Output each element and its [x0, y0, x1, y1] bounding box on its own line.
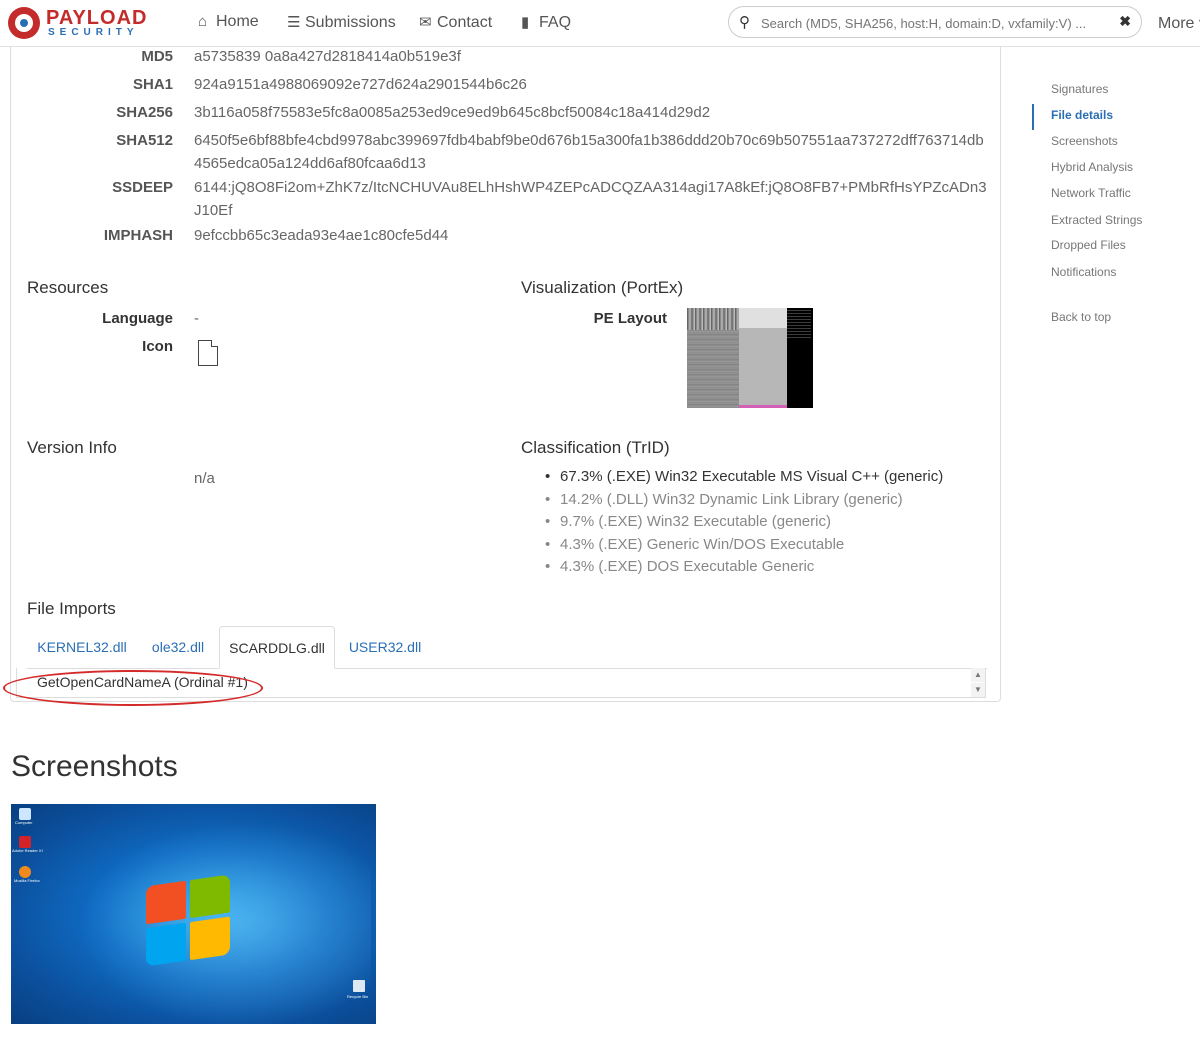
book-icon: ▮ [521, 14, 530, 31]
hash-key: SHA256 [116, 104, 173, 121]
search-input[interactable] [759, 11, 1103, 35]
computer-icon [19, 808, 31, 820]
pe-section-header [687, 308, 739, 330]
nav-home-link[interactable]: ⌂ Home [198, 13, 259, 31]
toc-extracted-strings[interactable]: Extracted Strings [1051, 213, 1142, 227]
hash-key: SHA1 [132, 76, 173, 93]
toc-network-traffic[interactable]: Network Traffic [1051, 186, 1131, 200]
toc-signatures[interactable]: Signatures [1051, 82, 1108, 96]
toc-dropped-files[interactable]: Dropped Files [1051, 238, 1126, 252]
nav-contact-link[interactable]: ✉ Contact [419, 13, 492, 32]
hash-key: IMPHASH [103, 227, 173, 244]
nav-submissions-link[interactable]: ☰ Submissions [287, 13, 396, 32]
nav-contact-label: Contact [437, 14, 493, 31]
payload-security-logo[interactable]: PAYLOAD SECURITY [8, 5, 158, 41]
logo-quad-yellow [190, 916, 230, 961]
adobe-reader-icon [19, 836, 31, 848]
recycle-bin-icon [353, 980, 365, 992]
list-icon: ☰ [287, 14, 301, 31]
toc-back-to-top[interactable]: Back to top [1051, 310, 1111, 324]
more-label: More [1158, 15, 1195, 32]
visualization-title: Visualization (PortEx) [521, 278, 684, 297]
classification-title: Classification (TrID) [521, 438, 670, 457]
search-box: ⚲ ✖ [728, 6, 1142, 38]
hash-value: 6144:jQ8O8Fi2om+ZhK7z/ItcNCHUVAu8ELhHshW… [194, 179, 987, 219]
logo-quad-blue [146, 922, 186, 967]
trid-item: 4.3% (.EXE) DOS Executable Generic [545, 556, 943, 579]
nav-faq-link[interactable]: ▮ FAQ [521, 13, 571, 32]
tab-scarddlg[interactable]: SCARDDLG.dll [219, 626, 335, 669]
home-icon: ⌂ [198, 13, 208, 30]
imports-tabs: KERNEL32.dll ole32.dll SCARDDLG.dll USER… [27, 626, 987, 669]
desktop-icon-label: Mozilla Firefox [14, 878, 40, 883]
logo-mark-icon [8, 7, 40, 39]
more-menu[interactable]: More ▾ [1158, 13, 1200, 33]
trid-item: 67.3% (.EXE) Win32 Executable MS Visual … [545, 466, 943, 489]
screenshot-thumbnail[interactable]: Computer Adobe Reader XI Mozilla Firefox… [11, 804, 376, 1024]
hash-value: a5735839 0a8a427d2818414a0b519e3f [194, 48, 461, 65]
toc-hybrid-analysis[interactable]: Hybrid Analysis [1051, 160, 1133, 174]
file-icon [198, 340, 218, 366]
screenshots-title: Screenshots [11, 750, 178, 783]
nav-faq-label: FAQ [539, 14, 572, 31]
hash-key: SHA512 [116, 132, 173, 149]
tab-ole32[interactable]: ole32.dll [137, 626, 219, 668]
search-icon: ⚲ [739, 14, 750, 31]
envelope-icon: ✉ [419, 14, 432, 31]
desktop-icon-label: Computer [15, 820, 33, 825]
pe-legend [787, 310, 811, 340]
desktop-icon-label: Adobe Reader XI [12, 848, 43, 853]
toc-screenshots[interactable]: Screenshots [1051, 134, 1118, 148]
hash-value: 9efccbb65c3eada93e4ae1c80cfe5d44 [194, 227, 449, 244]
logo-quad-red [146, 880, 186, 925]
logo-text-bottom: SECURITY [48, 27, 139, 38]
hash-value: 6450f5e6bf88bfe4cbd9978abc399697fdb4babf… [194, 132, 984, 172]
scroll-up-arrow-icon[interactable]: ▲ [971, 668, 985, 682]
hash-key: SSDEEP [112, 179, 173, 196]
pe-layout-image[interactable] [687, 308, 813, 408]
trid-item: 9.7% (.EXE) Win32 Executable (generic) [545, 511, 943, 534]
windows-logo-icon [146, 874, 236, 977]
pe-section-b-top [739, 308, 787, 328]
toc-file-details[interactable]: File details [1051, 108, 1113, 122]
toc-notifications[interactable]: Notifications [1051, 265, 1116, 279]
clear-search-icon[interactable]: ✖ [1119, 13, 1131, 30]
nav-home-label: Home [216, 13, 259, 30]
trid-item: 14.2% (.DLL) Win32 Dynamic Link Library … [545, 489, 943, 512]
trid-item: 4.3% (.EXE) Generic Win/DOS Executable [545, 534, 943, 557]
firefox-icon [19, 866, 31, 878]
icon-label: Icon [142, 338, 173, 355]
version-info-title: Version Info [27, 438, 117, 457]
highlight-ellipse [3, 670, 263, 706]
toc-active-indicator [1032, 104, 1034, 130]
pe-layout-label: PE Layout [593, 310, 667, 327]
desktop-icon-label: Recycle Bin [347, 994, 369, 999]
hash-key: MD5 [141, 48, 173, 65]
logo-quad-green [190, 874, 230, 919]
pe-section-marker [739, 405, 787, 408]
language-label: Language [102, 310, 173, 327]
scroll-down-arrow-icon[interactable]: ▼ [971, 683, 985, 697]
version-info-value: n/a [194, 470, 215, 487]
tab-user32[interactable]: USER32.dll [339, 626, 431, 668]
resources-title: Resources [27, 278, 109, 297]
file-imports-title: File Imports [27, 599, 116, 618]
top-navbar: PAYLOAD SECURITY ⌂ Home ☰ Submissions ✉ Con… [0, 0, 1200, 47]
hash-value: 924a9151a4988069092e727d624a2901544b6c26 [194, 76, 527, 93]
trid-list: 67.3% (.EXE) Win32 Executable MS Visual … [545, 466, 943, 579]
file-details-panel: MD5 a5735839 0a8a427d2818414a0b519e3f SH… [3, 46, 1001, 706]
hash-value: 3b116a058f75583e5fc8a0085a253ed9ce9ed9b6… [194, 104, 711, 121]
nav-submissions-label: Submissions [305, 14, 396, 31]
tab-kernel32[interactable]: KERNEL32.dll [27, 626, 137, 668]
language-value: - [194, 310, 199, 327]
